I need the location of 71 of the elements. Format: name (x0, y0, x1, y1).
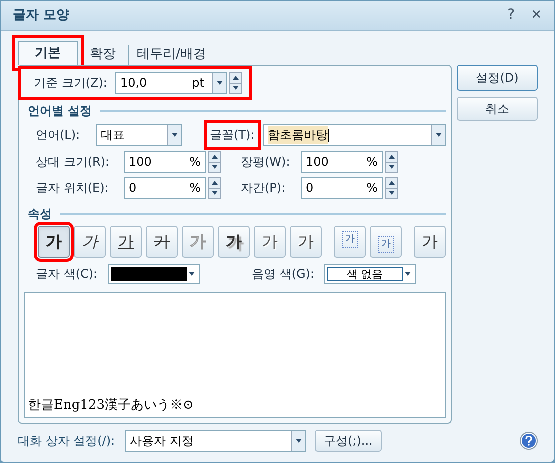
field-label: 음영 색(G): (252, 266, 316, 283)
down-arrow-icon (212, 165, 218, 170)
down-arrow-icon (232, 86, 239, 90)
field-label: 기준 크기(Z): (34, 75, 108, 92)
field-label: 글자 위치(E): (36, 180, 110, 197)
field-label: 언어(L): (36, 127, 82, 144)
dropdown-button[interactable] (212, 73, 226, 93)
down-arrow-icon (388, 165, 394, 170)
color-dropdown[interactable] (108, 264, 200, 284)
field-label: 장평(W): (241, 154, 292, 171)
tab[interactable]: 확장 (82, 45, 124, 65)
window-title: 글자 모양 (13, 6, 71, 25)
field-label: 상대 크기(R): (36, 154, 111, 171)
spin-down-button[interactable] (385, 162, 398, 173)
number-field[interactable]: 100 % (301, 151, 383, 173)
font-dropdown[interactable]: 함초롬바탕 (262, 124, 446, 146)
up-arrow-icon (212, 154, 218, 159)
down-arrow-icon (189, 272, 195, 276)
attribute-button[interactable]: 가 (110, 226, 142, 258)
up-arrow-icon (388, 180, 394, 185)
section-title: 속성 (28, 206, 52, 223)
number-field[interactable]: 0 % (301, 177, 383, 199)
spin-up-button[interactable] (385, 177, 398, 188)
attribute-button[interactable]: 가 (254, 226, 286, 258)
dialog-button[interactable]: 취소 (457, 97, 538, 121)
dropdown-button[interactable] (291, 431, 305, 451)
help-icon[interactable] (521, 433, 537, 449)
spin-up-button[interactable] (385, 151, 398, 162)
down-arrow-icon (296, 439, 302, 443)
field-label: 자간(P): (241, 180, 287, 197)
text-cursor (328, 128, 329, 142)
spin-up-button[interactable] (208, 177, 221, 188)
up-arrow-icon (232, 76, 239, 80)
shade-dropdown[interactable]: 색 없음 (324, 264, 416, 284)
down-arrow-icon (388, 191, 394, 196)
help-button[interactable]: ? (508, 5, 516, 26)
up-arrow-icon (212, 180, 218, 185)
language-dropdown[interactable]: 대표 (96, 124, 182, 146)
configure-button[interactable]: 구성(;)... (315, 430, 382, 452)
dropdown-button[interactable] (431, 125, 445, 145)
section-title: 언어별 설정 (28, 103, 92, 120)
up-arrow-icon (388, 154, 394, 159)
attribute-button[interactable]: 가 (218, 226, 250, 258)
down-arrow-icon (212, 191, 218, 196)
spin-up-button[interactable] (208, 151, 221, 162)
field-label: 글자 색(C): (36, 266, 99, 283)
attribute-button[interactable]: 가 (290, 226, 322, 258)
down-arrow-icon (172, 133, 178, 137)
attribute-button[interactable]: 가 (334, 226, 366, 258)
preview-text: 한글Eng123漢子あいう※⊙ (28, 396, 194, 414)
spin-down-button[interactable] (208, 188, 221, 199)
attribute-button[interactable]: 가 (146, 226, 178, 258)
number-field[interactable]: 0 % (124, 177, 206, 199)
spin-down-button[interactable] (385, 188, 398, 199)
spin-down-button[interactable] (208, 162, 221, 173)
dropdown-button[interactable] (167, 125, 181, 145)
field-label: 대화 상자 설정(/): (18, 433, 116, 450)
number-field[interactable]: 100 % (124, 151, 206, 173)
attribute-button[interactable]: 가 (370, 226, 402, 258)
close-button[interactable]: ✕ (531, 6, 542, 26)
attribute-button[interactable]: 가 (74, 226, 106, 258)
field-label: 글꼴(T): (210, 127, 255, 144)
dialog-setting-dropdown[interactable]: 사용자 지정 (125, 430, 306, 452)
down-arrow-icon (436, 133, 442, 137)
down-arrow-icon (405, 272, 411, 276)
spin-down-button[interactable] (229, 84, 242, 94)
attribute-button[interactable]: 가 (414, 226, 446, 258)
dialog-button[interactable]: 설정(D) (457, 65, 538, 91)
size-field[interactable]: 10,0 pt (115, 72, 228, 94)
spin-up-button[interactable] (229, 72, 242, 84)
down-arrow-icon (216, 81, 223, 85)
